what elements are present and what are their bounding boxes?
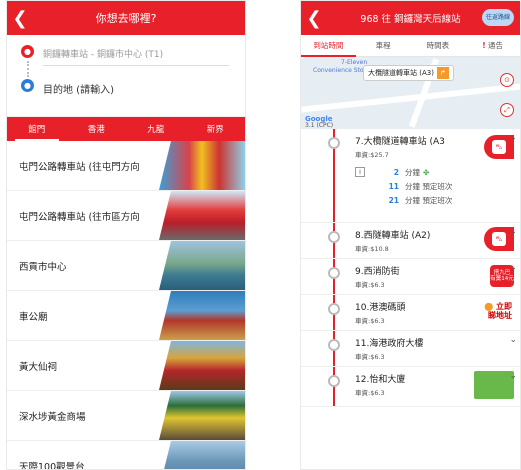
- callout-label: 大欖隧道轉車站 (A3): [368, 69, 434, 77]
- list-item[interactable]: 深水埗黃金商場: [7, 391, 245, 441]
- stop-dot: [328, 231, 340, 243]
- eta-minutes: 2: [393, 167, 399, 177]
- place-photo: [159, 141, 245, 190]
- eta-row: 21 分鐘 預定班次: [355, 193, 520, 207]
- clover-icon: ✤: [423, 167, 430, 177]
- stop-list: 7.大欖隧道轉車站 (A3 車資:$25.7 Ⅰ 2 分鐘 ✤ 11 分鐘 預定…: [301, 129, 520, 407]
- expand-map-icon[interactable]: ⤢: [500, 103, 514, 117]
- eta-row: Ⅰ 2 分鐘 ✤: [355, 165, 520, 179]
- tab-timetable[interactable]: 時間表: [411, 35, 466, 57]
- eta-text: 分鐘 預定班次: [405, 195, 453, 205]
- show-address-link[interactable]: ⬤ 立即 睇地址: [484, 302, 512, 321]
- ad-banner[interactable]: [474, 371, 514, 399]
- stop-item[interactable]: 12.怡和大廈 車資:$6.3 ⌄: [301, 367, 520, 407]
- back-arrow-icon: ❮: [306, 7, 322, 29]
- page-title: 你想去哪裡?: [95, 12, 157, 25]
- start-pin-icon: ●: [21, 45, 34, 58]
- list-item[interactable]: 天際100觀景台: [7, 441, 245, 469]
- stop-name: 11.海港政府大樓: [355, 339, 424, 349]
- return-route-button[interactable]: 往返路線: [482, 9, 514, 26]
- eta-list: Ⅰ 2 分鐘 ✤ 11 分鐘 預定班次 21 分鐘 預定班次: [355, 165, 520, 207]
- chevron-down-icon[interactable]: ⌄: [509, 371, 517, 381]
- stop-dot: [328, 303, 340, 315]
- region-tabs: 館門 香港 九龍 新界: [7, 117, 245, 141]
- header-bar: ❮ 你想去哪裡?: [7, 1, 245, 35]
- stop-item[interactable]: 11.海港政府大樓 車資:$6.3 ⌄: [301, 331, 520, 367]
- bus-icon: ⛍: [492, 232, 506, 246]
- place-photo: [159, 291, 245, 340]
- map-stop-callout[interactable]: 大欖隧道轉車站 (A3) ↱: [363, 65, 454, 81]
- list-item[interactable]: 屯門公路轉車站 (往市區方向: [7, 191, 245, 241]
- place-photo: [159, 241, 245, 290]
- destination-field[interactable]: 目的地 (請輸入): [43, 81, 114, 96]
- header-bar: ❮ 968 往 銅鑼灣天后線站 往返路線: [301, 1, 520, 35]
- route-tabs: 到站時間 車程 時間表 ! 通告: [301, 35, 520, 57]
- route-map[interactable]: 7-Eleven Convenience Store 大欖隧道轉車站 (A3) …: [301, 57, 520, 129]
- route-input-box: ● 銅鑼轉車站 - 銅鑼市中心 (T1) ● 目的地 (請輸入): [7, 35, 245, 117]
- chevron-down-icon[interactable]: ⌄: [509, 133, 517, 143]
- stop-dot: [328, 339, 340, 351]
- tab-journey[interactable]: 車程: [356, 35, 411, 57]
- locate-icon[interactable]: ⊙: [500, 73, 514, 87]
- map-road: [301, 83, 520, 113]
- tab-kowloon[interactable]: 九龍: [134, 123, 178, 141]
- directions-icon: ↱: [436, 67, 449, 79]
- eta-text: 分鐘: [405, 167, 420, 177]
- eta-text: 分鐘 預定班次: [405, 181, 453, 191]
- back-button[interactable]: ❮: [7, 1, 33, 35]
- origin-field[interactable]: 銅鑼轉車站 - 銅鑼市中心 (T1): [43, 47, 163, 60]
- stop-item[interactable]: 9.西消防街 車資:$6.3 搭九巴 有獎14元 ⌄: [301, 259, 520, 295]
- tab-nearby[interactable]: 館門: [14, 123, 59, 141]
- route-detail-screen: ❮ 968 往 銅鑼灣天后線站 往返路線 到站時間 車程 時間表 ! 通告 7-…: [300, 0, 521, 470]
- divider: [43, 65, 229, 66]
- list-item[interactable]: 黃大仙祠: [7, 341, 245, 391]
- map-label: 3.1 (CPC): [305, 122, 334, 129]
- destination-pin-icon: ●: [21, 79, 34, 92]
- eta-minutes: 11: [388, 181, 399, 191]
- stop-dot: [328, 375, 340, 387]
- bus-icon: ⛍: [492, 140, 506, 154]
- back-arrow-icon: ❮: [12, 7, 28, 29]
- stop-item[interactable]: 8.西隧轉車站 (A2) 車資:$10.8 ⛍ ⌄: [301, 223, 520, 259]
- list-item[interactable]: 西貢市中心: [7, 241, 245, 291]
- alert-icon: !: [482, 40, 486, 50]
- place-photo: [159, 341, 245, 390]
- tab-notices[interactable]: ! 通告: [465, 35, 520, 57]
- tab-new-territories[interactable]: 新界: [193, 123, 237, 141]
- list-item[interactable]: 車公廟: [7, 291, 245, 341]
- stop-fare: 車資:$6.3: [355, 353, 385, 361]
- route-dots: [27, 61, 29, 77]
- tab-hong-kong[interactable]: 香港: [74, 123, 118, 141]
- map-label: Convenience Store: [313, 67, 370, 74]
- stop-item[interactable]: 7.大欖隧道轉車站 (A3 車資:$25.7 Ⅰ 2 分鐘 ✤ 11 分鐘 預定…: [301, 129, 520, 223]
- stop-dot: [328, 267, 340, 279]
- place-photo: [159, 191, 245, 240]
- chevron-down-icon[interactable]: ⌄: [509, 263, 517, 273]
- place-photo: [159, 391, 245, 440]
- location-pin-icon: ⬤: [484, 302, 494, 311]
- tab-notices-label: 通告: [488, 40, 504, 50]
- eta-minutes: 21: [388, 195, 399, 205]
- place-photo: [159, 441, 245, 469]
- eta-row: 11 分鐘 預定班次: [355, 179, 520, 193]
- tab-eta[interactable]: 到站時間: [301, 35, 356, 57]
- chevron-down-icon[interactable]: ⌄: [509, 335, 517, 345]
- back-button[interactable]: ❮: [301, 1, 327, 35]
- place-picker-screen: ❮ 你想去哪裡? ● 銅鑼轉車站 - 銅鑼市中心 (T1) ● 目的地 (請輸入…: [6, 0, 246, 470]
- place-list: 屯門公路轉車站 (往屯門方向 屯門公路轉車站 (往市區方向 西貢市中心 車公廟 …: [7, 141, 245, 469]
- stop-dot: [328, 137, 340, 149]
- bus-stop-icon: Ⅰ: [355, 167, 365, 177]
- list-item[interactable]: 屯門公路轉車站 (往屯門方向: [7, 141, 245, 191]
- stop-item[interactable]: 10.港澳碼頭 車資:$6.3 ⬤ 立即 睇地址: [301, 295, 520, 331]
- chevron-down-icon[interactable]: ⌄: [509, 227, 517, 237]
